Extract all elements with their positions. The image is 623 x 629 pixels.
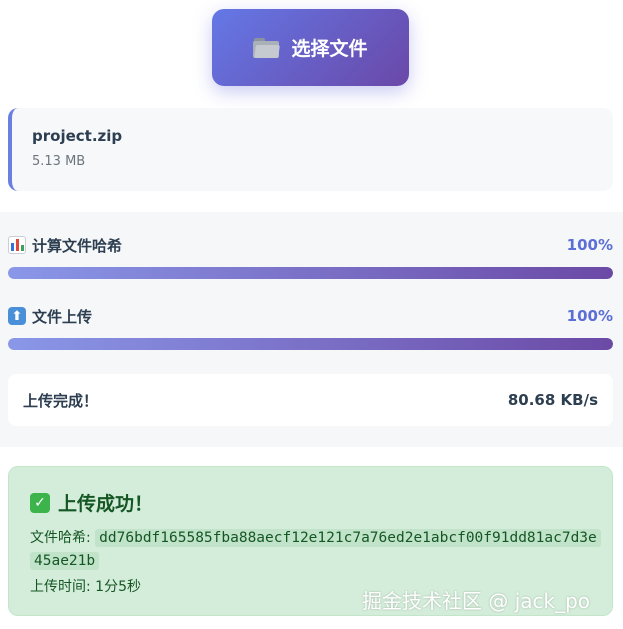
upload-progress-fill [8,338,613,350]
file-info-card: project.zip 5.13 MB [8,108,613,191]
up-arrow-icon: ⬆ [8,307,26,325]
folder-icon [253,37,281,58]
upload-speed: 80.68 KB/s [507,391,598,409]
upload-progress: ⬆ 文件上传 100% [8,305,613,350]
file-name: project.zip [32,127,123,145]
bar-chart-icon [8,236,26,254]
hash-progress-fill [8,267,613,279]
progress-section: 计算文件哈希 100% ⬆ 文件上传 100% 上传完成！ 80.68 KB/s [0,212,623,447]
file-hash-value[interactable]: dd76bdf165585fba88aecf12e121c7a76ed2e1ab… [30,529,601,570]
check-icon: ✓ [30,492,50,513]
upload-progress-percent: 100% [566,307,613,325]
success-title: 上传成功！ [58,493,154,515]
hash-progress: 计算文件哈希 100% [8,234,613,279]
upload-status-box: 上传完成！ 80.68 KB/s [8,374,613,426]
hash-progress-track [8,267,613,279]
watermark: 掘金技术社区 @ jack_po [362,589,591,613]
upload-time-line: 上传时间: 1分5秒 [30,576,141,596]
upload-progress-track [8,338,613,350]
upload-progress-label: 文件上传 [32,307,93,326]
hash-progress-percent: 100% [566,236,613,254]
upload-status-message: 上传完成！ [23,391,99,410]
upload-time-label: 上传时间: [30,579,91,595]
file-size: 5.13 MB [32,154,86,169]
select-file-button[interactable]: 选择文件 [212,9,409,86]
file-hash-line: 文件哈希: dd76bdf165585fba88aecf12e121c7a76e… [30,527,601,573]
upload-time-value: 1分5秒 [95,579,141,595]
file-hash-label: 文件哈希: [30,530,91,546]
select-file-label: 选择文件 [291,38,368,60]
hash-progress-label: 计算文件哈希 [32,236,123,255]
